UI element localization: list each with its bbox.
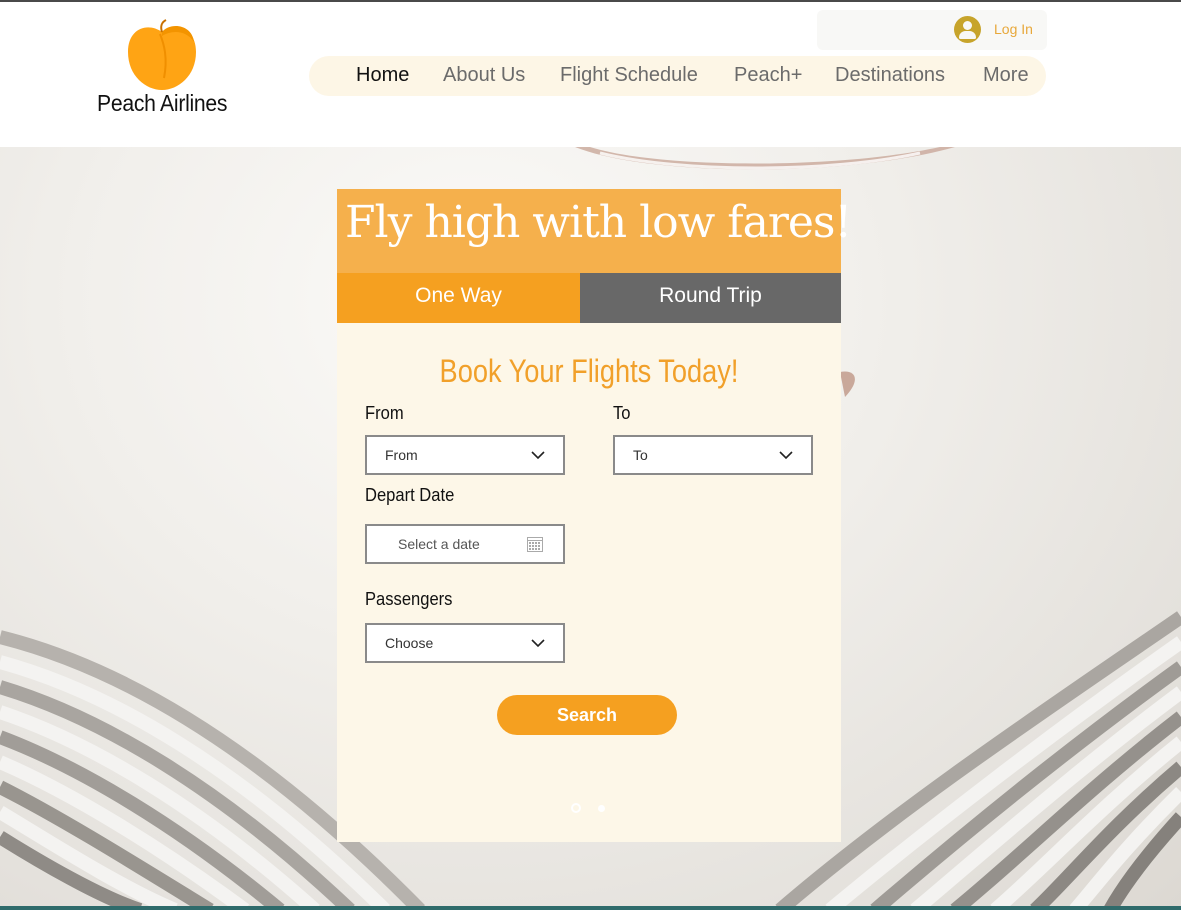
login-area: Log In <box>817 10 1047 50</box>
nav-item-flight-schedule[interactable]: Flight Schedule <box>560 64 698 87</box>
depart-date-label: Depart Date <box>365 485 455 505</box>
depart-date-placeholder: Select a date <box>398 536 480 552</box>
tab-round-trip[interactable]: Round Trip <box>580 273 841 323</box>
user-avatar-icon[interactable] <box>954 16 981 43</box>
nav-item-destinations[interactable]: Destinations <box>835 64 945 87</box>
peach-logo-icon <box>128 19 196 90</box>
from-select[interactable]: From <box>365 435 565 475</box>
nav-item-about-us[interactable]: About Us <box>443 64 525 87</box>
chevron-down-icon <box>779 451 793 460</box>
slide-dot-1[interactable] <box>571 803 581 813</box>
brand-logo[interactable]: Peach Airlines <box>92 18 232 128</box>
to-select-value: To <box>633 447 648 463</box>
slide-dot-2[interactable] <box>598 805 605 812</box>
bottom-strip <box>0 906 1181 910</box>
passengers-label: Passengers <box>365 589 453 609</box>
tab-one-way[interactable]: One Way <box>337 273 580 323</box>
booking-form: Book Your Flights Today! From From To To… <box>337 323 841 842</box>
booking-title: Book Your Flights Today! <box>439 353 739 389</box>
calendar-icon[interactable] <box>527 537 543 552</box>
chevron-down-icon <box>531 639 545 648</box>
hero-banner: Fly high with low fares! <box>337 189 852 273</box>
search-button[interactable]: Search <box>497 695 677 735</box>
nav-item-home[interactable]: Home <box>356 64 409 87</box>
chevron-down-icon <box>531 451 545 460</box>
hero-headline: Fly high with low fares! <box>345 197 852 248</box>
nav-item-peach-plus[interactable]: Peach+ <box>734 64 802 87</box>
site-header: Peach Airlines Log In Home About Us Flig… <box>0 2 1181 147</box>
passengers-select-value: Choose <box>385 635 434 651</box>
main-nav: Home About Us Flight Schedule Peach+ Des… <box>309 56 1046 96</box>
to-select[interactable]: To <box>613 435 813 475</box>
nav-item-more[interactable]: More <box>983 64 1029 87</box>
passengers-select[interactable]: Choose <box>365 623 565 663</box>
depart-date-picker[interactable]: Select a date <box>365 524 565 564</box>
from-select-value: From <box>385 447 418 463</box>
to-label: To <box>613 403 631 423</box>
brand-name: Peach Airlines <box>97 90 228 116</box>
login-link[interactable]: Log In <box>994 21 1033 37</box>
from-label: From <box>365 403 404 423</box>
